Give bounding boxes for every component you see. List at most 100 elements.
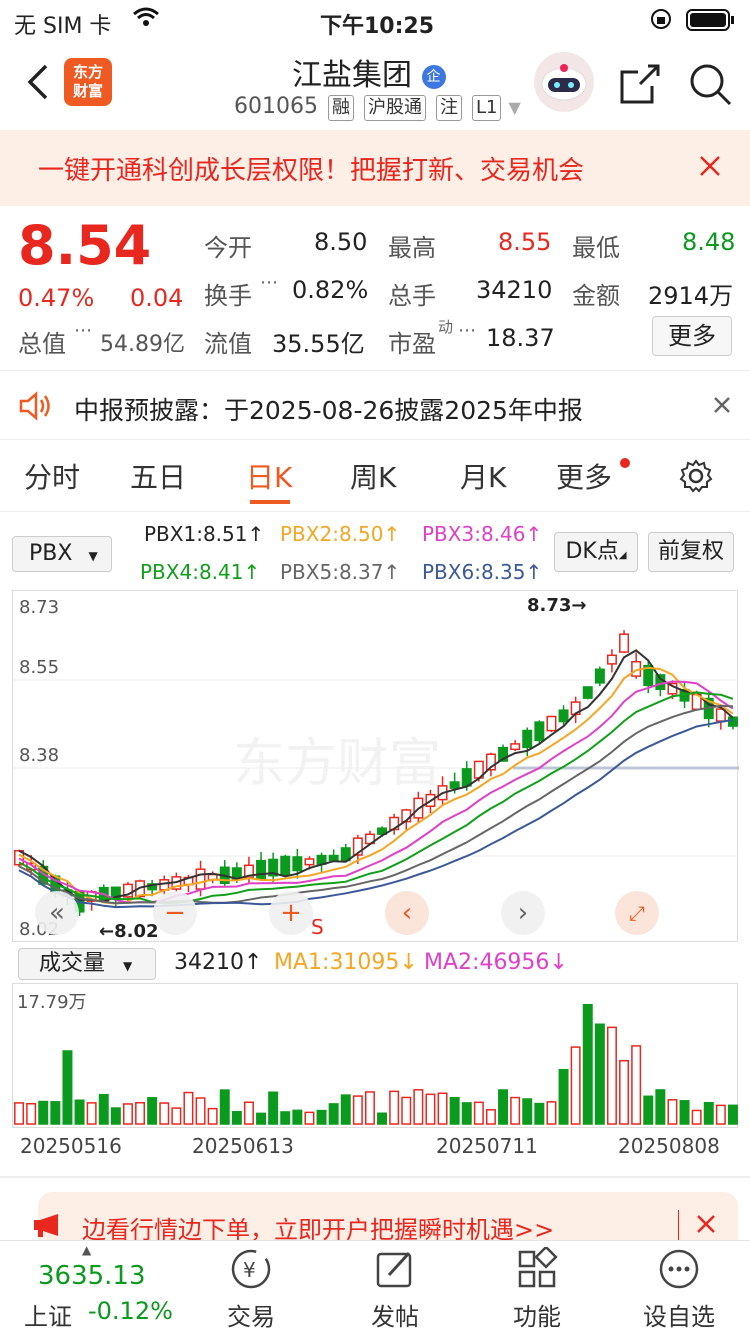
tab-daily-k[interactable]: 日K bbox=[246, 456, 292, 496]
tab-weekly-k[interactable]: 周K bbox=[350, 456, 396, 496]
stock-header: 东方财富 江盐集团 企 601065 融 沪股通 注 L1 ▼ bbox=[0, 40, 750, 130]
robot-avatar[interactable] bbox=[534, 52, 594, 112]
index-value[interactable]: 3635.13 bbox=[38, 1261, 146, 1291]
notice-bar[interactable]: 中报预披露：于2025-08-26披露2025年中报 bbox=[0, 370, 750, 440]
tag-connect: 沪股通 bbox=[363, 95, 426, 121]
dk-point-button[interactable]: DK点◢ bbox=[554, 532, 638, 572]
date-label-1: 20250516 bbox=[20, 1134, 122, 1158]
volume-bar bbox=[473, 1101, 484, 1125]
tab-more[interactable]: 更多 bbox=[556, 456, 612, 496]
nav-functions[interactable]: 功能 bbox=[482, 1245, 592, 1332]
date-label-2: 20250613 bbox=[192, 1134, 294, 1158]
caret-up-icon: ▲ bbox=[82, 1243, 92, 1257]
tab-monthly-k[interactable]: 月K bbox=[460, 456, 506, 496]
mktcap-label: 总值 bbox=[18, 330, 66, 358]
float-value: 35.55亿 bbox=[272, 330, 365, 358]
low-value: 8.48 bbox=[682, 228, 736, 256]
volume-bar bbox=[594, 1023, 605, 1125]
candle-body bbox=[195, 868, 206, 890]
zoom-in-icon[interactable]: + bbox=[269, 891, 313, 935]
volume-bar bbox=[183, 1091, 194, 1125]
y-label-3: 8.38 bbox=[19, 745, 60, 766]
turnover-label: 换手 bbox=[204, 282, 252, 310]
more-button[interactable]: 更多 bbox=[652, 316, 732, 356]
amount-value: 2914万 bbox=[648, 282, 734, 310]
info-icon[interactable]: ⋯ bbox=[458, 320, 476, 341]
stock-code: 601065 bbox=[234, 94, 318, 119]
info-icon[interactable]: ⋯ bbox=[260, 272, 278, 293]
settings-icon[interactable] bbox=[678, 458, 714, 498]
open-value: 8.50 bbox=[314, 228, 368, 256]
clock: 下午10:25 bbox=[320, 14, 435, 39]
y-label-high: 8.73 bbox=[19, 597, 60, 618]
share-icon[interactable] bbox=[618, 62, 662, 110]
volume-bar bbox=[38, 1100, 49, 1125]
volume-bar bbox=[195, 1097, 206, 1125]
nav-watchlist[interactable]: 设自选 bbox=[624, 1247, 734, 1332]
volume-bar bbox=[727, 1104, 738, 1125]
nav-post[interactable]: 发帖 bbox=[340, 1247, 450, 1332]
notification-dot bbox=[620, 458, 630, 468]
close-icon[interactable] bbox=[698, 154, 722, 182]
date-label-3: 20250711 bbox=[436, 1134, 538, 1158]
scroll-left-icon[interactable]: ‹ bbox=[385, 891, 429, 935]
kline-chart[interactable]: 东方财富 8.73 8.55 8.38 8.02 8.73→ ←8.02 S «… bbox=[12, 590, 739, 942]
code-dropdown-icon[interactable]: ▼ bbox=[508, 98, 520, 117]
nav-trade[interactable]: ¥ 交易 bbox=[196, 1247, 306, 1332]
volume-bar bbox=[50, 1101, 61, 1125]
stock-code-row: 601065 融 沪股通 注 L1 ▼ bbox=[234, 94, 521, 121]
close-icon[interactable] bbox=[712, 395, 732, 419]
candle-body bbox=[510, 743, 521, 751]
volume-selector[interactable]: 成交量 ▼ bbox=[18, 948, 156, 980]
rewind-icon[interactable]: « bbox=[35, 891, 79, 935]
volume-bar bbox=[425, 1093, 436, 1125]
indicator-selector[interactable]: PBX ▼ bbox=[12, 536, 112, 572]
volume-bar bbox=[655, 1089, 666, 1125]
volume-bar bbox=[715, 1104, 726, 1125]
volume-bar bbox=[62, 1050, 73, 1125]
volume-bar bbox=[110, 1107, 121, 1125]
notice-text: 中报预披露：于2025-08-26披露2025年中报 bbox=[74, 396, 583, 425]
high-label: 最高 bbox=[388, 234, 436, 262]
float-label: 流值 bbox=[204, 330, 252, 358]
tab-five-day[interactable]: 五日 bbox=[130, 456, 186, 496]
turnover-value: 0.82% bbox=[292, 276, 369, 304]
quote-panel: 8.54 0.47% 0.04 今开 8.50 最高 8.55 最低 8.48 … bbox=[0, 206, 750, 366]
nav-trade-label: 交易 bbox=[227, 1303, 275, 1331]
zoom-out-icon[interactable]: − bbox=[153, 891, 197, 935]
volume-bar bbox=[546, 1101, 557, 1125]
ma1-legend: MA1:31095↓ bbox=[274, 950, 418, 975]
ma2-legend: MA2:46956↓ bbox=[424, 950, 568, 975]
sell-signal-mark: S bbox=[311, 915, 324, 939]
chart-tabs: 分时 五日 日K 周K 月K 更多 bbox=[0, 442, 750, 512]
candle-body bbox=[280, 855, 291, 876]
search-icon[interactable] bbox=[688, 62, 732, 110]
volume-max-label: 17.79万 bbox=[17, 992, 87, 1013]
volume-bar bbox=[26, 1102, 37, 1125]
volume-chart[interactable]: 17.79万 bbox=[12, 983, 738, 1128]
tab-intraday[interactable]: 分时 bbox=[24, 456, 80, 496]
volume-bar bbox=[619, 1059, 630, 1125]
pe-label: 市盈 bbox=[388, 330, 436, 358]
info-icon[interactable]: ⋯ bbox=[74, 320, 92, 341]
close-icon[interactable] bbox=[696, 1214, 716, 1238]
scroll-right-icon[interactable]: › bbox=[501, 891, 545, 935]
fullscreen-icon[interactable]: ⤢ bbox=[615, 891, 659, 935]
candle-body bbox=[292, 856, 303, 872]
candle-body bbox=[449, 781, 460, 789]
chevron-down-icon: ▼ bbox=[88, 549, 98, 563]
forward-adjust-button[interactable]: 前复权 bbox=[648, 532, 734, 572]
more-dots-icon bbox=[659, 1249, 699, 1289]
volume-bar bbox=[171, 1107, 182, 1125]
stock-name: 江盐集团 企 bbox=[292, 50, 446, 94]
volume-bar bbox=[449, 1096, 460, 1125]
volume-bar bbox=[389, 1090, 400, 1125]
candle-body bbox=[619, 633, 630, 653]
back-icon[interactable] bbox=[26, 62, 50, 106]
nav-functions-label: 功能 bbox=[513, 1303, 561, 1331]
volume-bar bbox=[437, 1092, 448, 1125]
volume-bar bbox=[522, 1098, 533, 1125]
min-price-marker: ←8.02 bbox=[99, 921, 159, 942]
promo-banner[interactable]: 一键开通科创成长层权限！把握打新、交易机会 bbox=[0, 130, 750, 206]
pe-value: 18.37 bbox=[486, 324, 555, 352]
